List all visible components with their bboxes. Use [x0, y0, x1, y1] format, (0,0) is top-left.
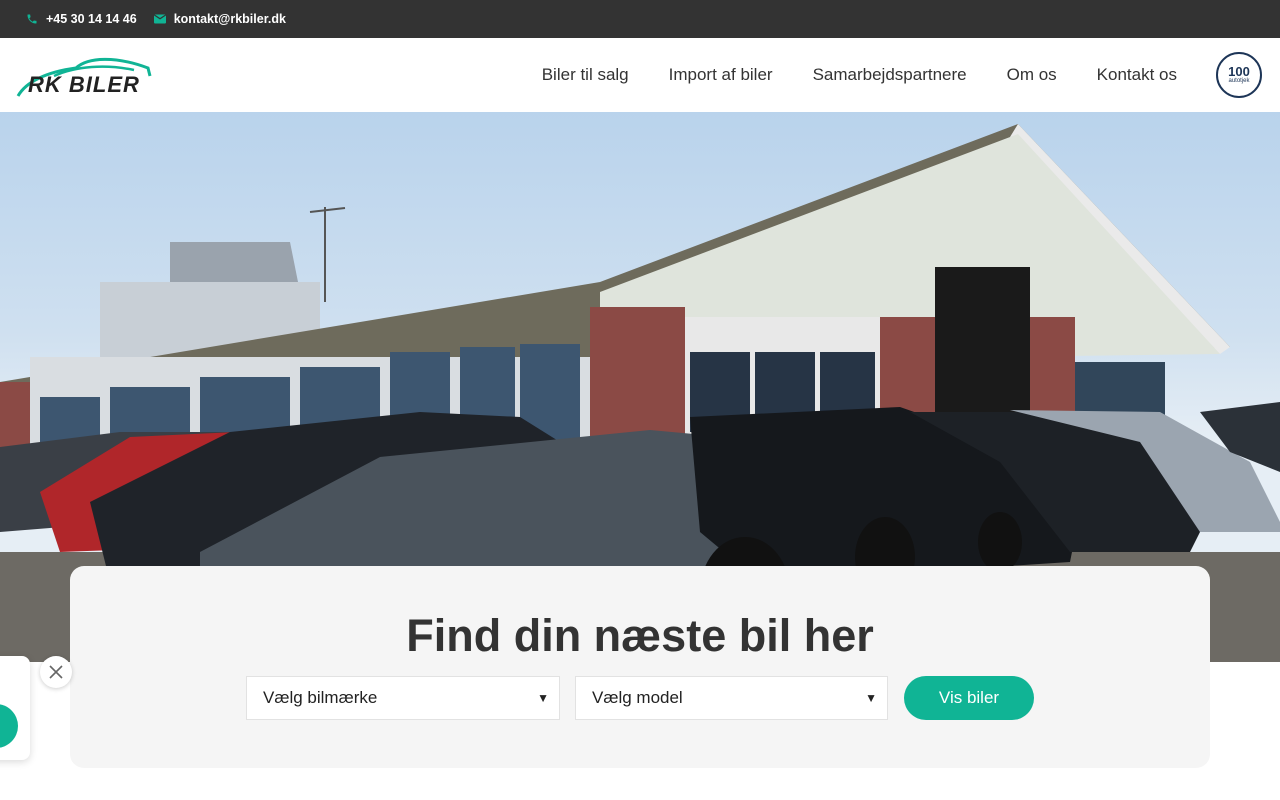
- envelope-icon: [153, 14, 166, 24]
- model-select[interactable]: Vælg model ▼: [575, 676, 888, 720]
- logo-text: RK BILER: [28, 72, 140, 97]
- email-address: kontakt@rkbiler.dk: [173, 12, 286, 26]
- top-contact-bar: +45 30 14 14 46 kontakt@rkbiler.dk: [0, 0, 1280, 38]
- phone-icon: [27, 14, 37, 24]
- logo[interactable]: RK BILER: [16, 54, 152, 98]
- widget-close-button[interactable]: [40, 656, 72, 688]
- main-nav: Biler til salg Import af biler Samarbejd…: [542, 38, 1177, 112]
- model-select-value: Vælg model: [592, 688, 683, 707]
- brand-select-value: Vælg bilmærke: [263, 688, 378, 707]
- nav-import-af-biler[interactable]: Import af biler: [669, 65, 773, 85]
- brand-select[interactable]: Vælg bilmærke ▼: [246, 676, 560, 720]
- badge-text: autotjek: [1228, 78, 1250, 84]
- chevron-down-icon: ▼: [537, 691, 549, 705]
- search-title: Find din næste bil her: [406, 610, 874, 661]
- nav-kontakt-os[interactable]: Kontakt os: [1097, 65, 1177, 85]
- chevron-down-icon: ▼: [865, 691, 877, 705]
- phone-number: +45 30 14 14 46: [46, 12, 137, 26]
- show-cars-button[interactable]: Vis biler: [904, 676, 1034, 720]
- badge-number: 100: [1228, 64, 1250, 79]
- close-icon: [49, 665, 63, 679]
- email-link[interactable]: kontakt@rkbiler.dk: [153, 12, 286, 26]
- car-search-panel: Find din næste bil her Vælg bilmærke ▼ V…: [70, 566, 1210, 768]
- autotjek-badge[interactable]: 100 autotjek: [1216, 52, 1262, 98]
- nav-biler-til-salg[interactable]: Biler til salg: [542, 65, 629, 85]
- site-header: RK BILER Biler til salg Import af biler …: [0, 38, 1280, 112]
- phone-link[interactable]: +45 30 14 14 46: [26, 12, 137, 26]
- nav-om-os[interactable]: Om os: [1007, 65, 1057, 85]
- nav-samarbejdspartnere[interactable]: Samarbejdspartnere: [813, 65, 967, 85]
